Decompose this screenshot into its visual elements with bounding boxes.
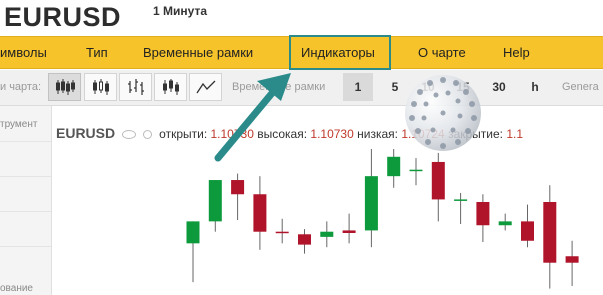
candle-body <box>298 234 311 245</box>
divider <box>0 246 51 247</box>
candle-body <box>231 180 245 195</box>
open-value: 1.10730 <box>210 127 254 141</box>
settings-circle-icon[interactable] <box>142 130 152 140</box>
candle <box>275 218 289 244</box>
ohlc-bars-icon <box>127 79 144 95</box>
candle-body <box>253 194 267 232</box>
candle-body <box>342 230 356 233</box>
timeframe-title: 1 Минута <box>153 4 207 18</box>
eye-icon[interactable] <box>122 130 137 140</box>
timeframe-1-button[interactable]: 1 <box>343 73 373 101</box>
hollow-candle-icon <box>92 79 109 95</box>
candle-body <box>186 221 200 244</box>
quote-symbol: EURUSD <box>56 125 116 141</box>
candlestick-icon <box>55 79 75 95</box>
naming-label: ование <box>0 283 33 294</box>
candle <box>208 180 222 232</box>
line-chart-icon <box>195 80 215 94</box>
menu-help[interactable]: Help <box>503 45 530 60</box>
timeframe-30-button[interactable]: 30 <box>484 73 514 101</box>
menu-type[interactable]: Тип <box>86 45 108 60</box>
candle <box>565 240 579 286</box>
open-label: открыти <box>159 127 204 141</box>
candle-body <box>409 169 423 172</box>
candle <box>298 229 311 254</box>
symbol-title: EURUSD <box>4 2 122 32</box>
candle-body <box>320 231 334 237</box>
candle-body <box>543 202 557 263</box>
hollow-candle-button[interactable] <box>84 73 117 101</box>
left-panel: трумент ование <box>0 106 52 295</box>
candle-body <box>431 161 445 200</box>
timeframe-label: Временные рамки <box>232 81 326 93</box>
candle-body <box>387 156 401 177</box>
candle <box>186 221 200 283</box>
candle <box>454 192 468 224</box>
candle-body <box>454 199 468 201</box>
candle <box>476 194 490 243</box>
indicators-highlight-box <box>289 35 391 70</box>
instrument-label: трумент <box>0 119 38 130</box>
chart-type-label: и чарта: <box>0 81 42 93</box>
candle <box>342 213 356 244</box>
candle-body <box>498 221 512 226</box>
general-label: Genera <box>562 81 599 93</box>
candle-body <box>275 231 289 234</box>
menu-timeframes[interactable]: Временные рамки <box>143 45 253 60</box>
candle <box>320 221 334 248</box>
candle <box>409 158 423 186</box>
chart-area[interactable]: EURUSD открыти: 1.10730 высокая: 1.10730… <box>52 106 603 295</box>
divider <box>0 141 51 142</box>
high-value: 1.10730 <box>310 127 354 141</box>
hlc-bars-icon <box>162 79 179 95</box>
candle-body <box>476 202 490 226</box>
candle-body <box>208 180 222 222</box>
candle <box>498 213 512 231</box>
divider <box>0 211 51 212</box>
divider <box>0 176 51 177</box>
high-label: высокая: <box>257 127 308 141</box>
sphere-logo-icon <box>405 75 481 151</box>
candle <box>431 152 445 222</box>
candle-body <box>364 176 378 231</box>
close-value: 1.1 <box>506 127 524 141</box>
candle <box>543 185 557 289</box>
candle-body <box>565 256 579 263</box>
hlc-bars-button[interactable] <box>154 73 187 101</box>
candle <box>231 173 245 221</box>
candle <box>364 149 378 248</box>
candle <box>253 176 267 250</box>
line-chart-button[interactable] <box>189 73 222 101</box>
header: EURUSD 1 Минута <box>0 0 603 36</box>
candle-body <box>521 221 534 241</box>
menu-symbols[interactable]: имволы <box>0 45 47 60</box>
candlestick-button[interactable] <box>48 73 81 101</box>
menu-about-chart[interactable]: О чарте <box>418 45 466 60</box>
candle <box>521 204 534 248</box>
low-label: низкая: <box>357 127 398 141</box>
timeframe-h-button[interactable]: h <box>520 73 550 101</box>
ohlc-bars-button[interactable] <box>119 73 152 101</box>
toolbar: и чарта: Временные рамки 1 5 30 h Genera <box>0 70 603 106</box>
